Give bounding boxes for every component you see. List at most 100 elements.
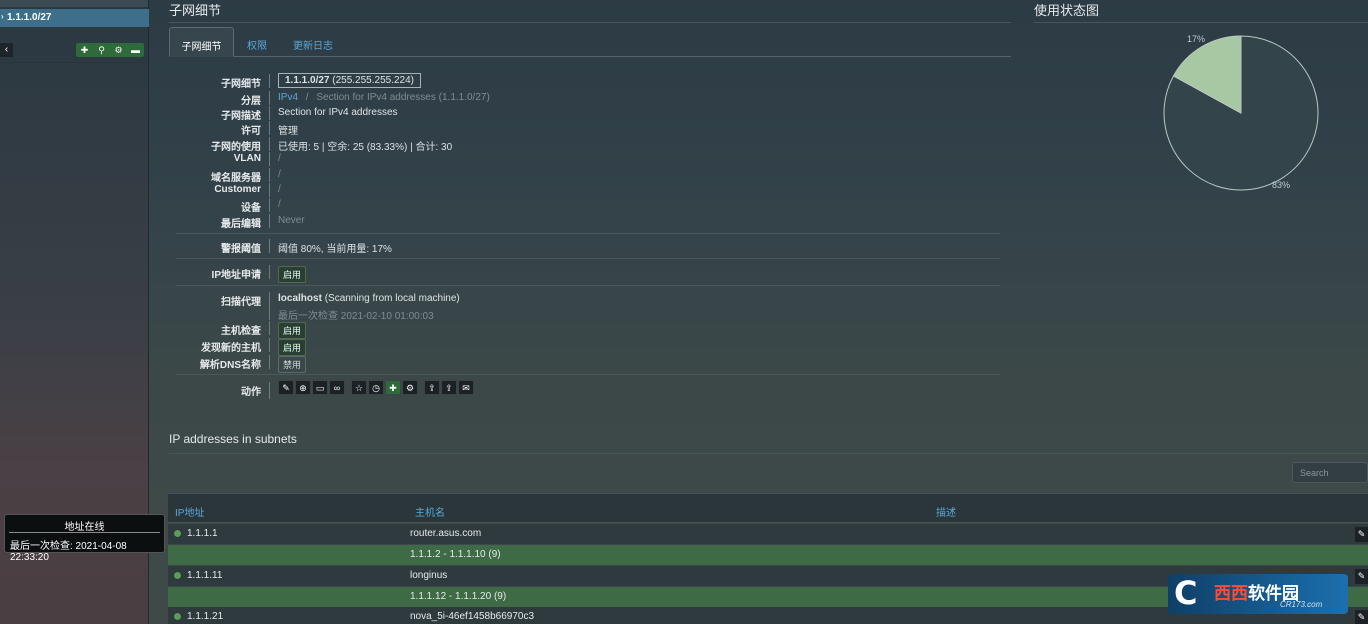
scan-agent-desc: (Scanning from local machine) bbox=[324, 293, 460, 304]
detail-row-subnet: 子网细节 1.1.1.0/27 (255.255.255.224) bbox=[173, 73, 1003, 90]
hierarchy-path: Section for IPv4 addresses (1.1.1.0/27) bbox=[316, 92, 490, 103]
sidebar-toolbar: ‹ ✚ ⚲ ⚙ ▬ bbox=[0, 43, 149, 57]
tab-changelog[interactable]: 更新日志 bbox=[293, 27, 333, 57]
free-range: 1.1.1.12 - 1.1.1.20 (9) bbox=[410, 591, 507, 602]
plus-icon[interactable]: ✚ bbox=[76, 43, 93, 57]
sidebar-divider bbox=[0, 62, 149, 63]
details-divider bbox=[176, 374, 1000, 375]
detail-separator bbox=[269, 239, 270, 253]
gears-icon[interactable]: ⚙ bbox=[402, 380, 418, 395]
column-header-description[interactable]: 描述 bbox=[936, 504, 956, 519]
column-header-hostname[interactable]: 主机名 bbox=[415, 504, 445, 519]
caret-right-icon: › bbox=[1, 12, 4, 21]
tab-bar: 子网细节 权限 更新日志 bbox=[169, 27, 1011, 57]
detail-row-threshold: 警报阈值 阈值 80%, 当前用量: 17% bbox=[173, 239, 1003, 255]
detail-label: 子网的使用 bbox=[211, 142, 261, 153]
detail-value: 启用 bbox=[278, 339, 307, 356]
plus-icon[interactable]: ✚ bbox=[385, 380, 401, 395]
detail-value: / bbox=[278, 169, 281, 180]
detail-label: Customer bbox=[214, 184, 261, 195]
ip-address[interactable]: 1.1.1.21 bbox=[187, 611, 223, 622]
details-divider bbox=[176, 233, 1000, 234]
tooltip-last-check: 最后一次检查: 2021-04-08 22:33:20 bbox=[10, 541, 127, 563]
detail-separator bbox=[269, 183, 270, 197]
detail-value: ✎ ⊕ ▭ ∞ ☆ ◷ ✚ ⚙ ⇪ ⇪ ✉ bbox=[278, 380, 474, 395]
usage-chart-title: 使用状态图 bbox=[1034, 3, 1100, 18]
detail-separator bbox=[269, 91, 270, 105]
ip-section-title: IP addresses in subnets bbox=[169, 432, 297, 446]
detail-label: 子网细节 bbox=[221, 79, 261, 90]
detail-value: localhost (Scanning from local machine) bbox=[278, 293, 460, 304]
detail-value: IPv4 / Section for IPv4 addresses (1.1.1… bbox=[278, 92, 490, 103]
search-input[interactable]: Search bbox=[1292, 462, 1368, 483]
breadcrumb-separator: / bbox=[305, 92, 309, 103]
column-header-ip[interactable]: IP地址 bbox=[175, 504, 204, 519]
pie-label-used: 17% bbox=[1187, 34, 1206, 44]
free-range-row[interactable]: 1.1.1.2 - 1.1.1.10 (9) bbox=[168, 545, 1368, 566]
clock-icon[interactable]: ◷ bbox=[368, 380, 384, 395]
chart-title-divider bbox=[1034, 22, 1368, 23]
status-badge: 启用 bbox=[278, 266, 307, 283]
pie-label-free: 83% bbox=[1272, 180, 1291, 190]
card-icon[interactable]: ▭ bbox=[312, 380, 328, 395]
details-divider bbox=[176, 285, 1000, 286]
sidebar-top-bar bbox=[0, 0, 148, 7]
detail-value: / bbox=[278, 184, 281, 195]
pencil-icon[interactable]: ✎ bbox=[1355, 569, 1368, 584]
detail-value: Section for IPv4 addresses bbox=[278, 107, 398, 118]
detail-label: 主机检查 bbox=[221, 326, 261, 337]
detail-value: 已使用: 5 | 空余: 25 (83.33%) | 合计: 30 bbox=[278, 142, 453, 153]
sidebar-item-active-subnet[interactable]: › 1.1.1.0/27 bbox=[0, 9, 149, 27]
detail-label: 域名服务器 bbox=[211, 173, 261, 184]
detail-label: IP地址申请 bbox=[211, 270, 261, 281]
detail-row-scan-agent: 扫描代理 localhost (Scanning from local mach… bbox=[173, 292, 1003, 320]
scan-agent-name: localhost bbox=[278, 293, 322, 304]
detail-row-discover-hosts: 发现新的主机 启用 bbox=[173, 338, 1003, 356]
detail-label: 动作 bbox=[241, 387, 261, 398]
star-icon[interactable]: ☆ bbox=[351, 380, 367, 395]
envelope-icon[interactable]: ✉ bbox=[458, 380, 474, 395]
chevron-left-icon[interactable]: ‹ bbox=[0, 43, 13, 57]
detail-separator bbox=[269, 106, 270, 120]
ip-address[interactable]: 1.1.1.1 bbox=[187, 528, 218, 539]
section-link[interactable]: IPv4 bbox=[278, 92, 298, 103]
status-online-icon bbox=[173, 529, 182, 538]
detail-value: 启用 bbox=[278, 266, 307, 283]
gears-icon[interactable]: ⚙ bbox=[110, 43, 127, 57]
ip-table-header: IP地址 主机名 描述 bbox=[168, 493, 1368, 523]
detail-value: / bbox=[278, 153, 281, 164]
upload-icon[interactable]: ⇪ bbox=[441, 380, 457, 395]
detail-separator bbox=[269, 321, 270, 335]
detail-row-customer: Customer / bbox=[173, 183, 1003, 197]
page-title: 子网细节 bbox=[169, 3, 222, 18]
tab-permissions[interactable]: 权限 bbox=[247, 27, 267, 57]
tab-subnet-details[interactable]: 子网细节 bbox=[169, 27, 234, 57]
title-divider bbox=[169, 22, 1011, 23]
detail-value: Never bbox=[278, 215, 305, 226]
usage-pie-chart bbox=[1163, 35, 1319, 191]
search-icon[interactable]: ⚲ bbox=[93, 43, 110, 57]
upload-icon[interactable]: ⇪ bbox=[424, 380, 440, 395]
watermark-c-icon: C bbox=[1174, 574, 1198, 612]
detail-value: 管理 bbox=[278, 126, 298, 137]
tooltip-title: 地址在线 bbox=[9, 515, 160, 533]
detail-value: 启用 bbox=[278, 322, 307, 339]
table-row[interactable]: 1.1.1.1 router.asus.com ✎ bbox=[168, 524, 1368, 545]
pencil-icon[interactable]: ✎ bbox=[1355, 527, 1368, 542]
status-badge: 启用 bbox=[278, 322, 307, 339]
detail-separator bbox=[269, 265, 270, 279]
detail-separator bbox=[269, 137, 270, 151]
status-badge: 禁用 bbox=[278, 356, 307, 373]
ip-address[interactable]: 1.1.1.11 bbox=[187, 570, 222, 581]
detail-separator bbox=[269, 214, 270, 228]
plus-circle-icon[interactable]: ⊕ bbox=[295, 380, 311, 395]
detail-label: 解析DNS名称 bbox=[199, 360, 261, 371]
folder-icon[interactable]: ▬ bbox=[127, 43, 144, 57]
subnet-mask: (255.255.255.224) bbox=[332, 75, 414, 86]
link-icon[interactable]: ∞ bbox=[329, 380, 345, 395]
detail-row-host-check: 主机检查 启用 bbox=[173, 321, 1003, 339]
pencil-icon[interactable]: ✎ bbox=[278, 380, 294, 395]
pencil-icon[interactable]: ✎ bbox=[1355, 610, 1368, 624]
status-online-icon bbox=[173, 571, 182, 580]
